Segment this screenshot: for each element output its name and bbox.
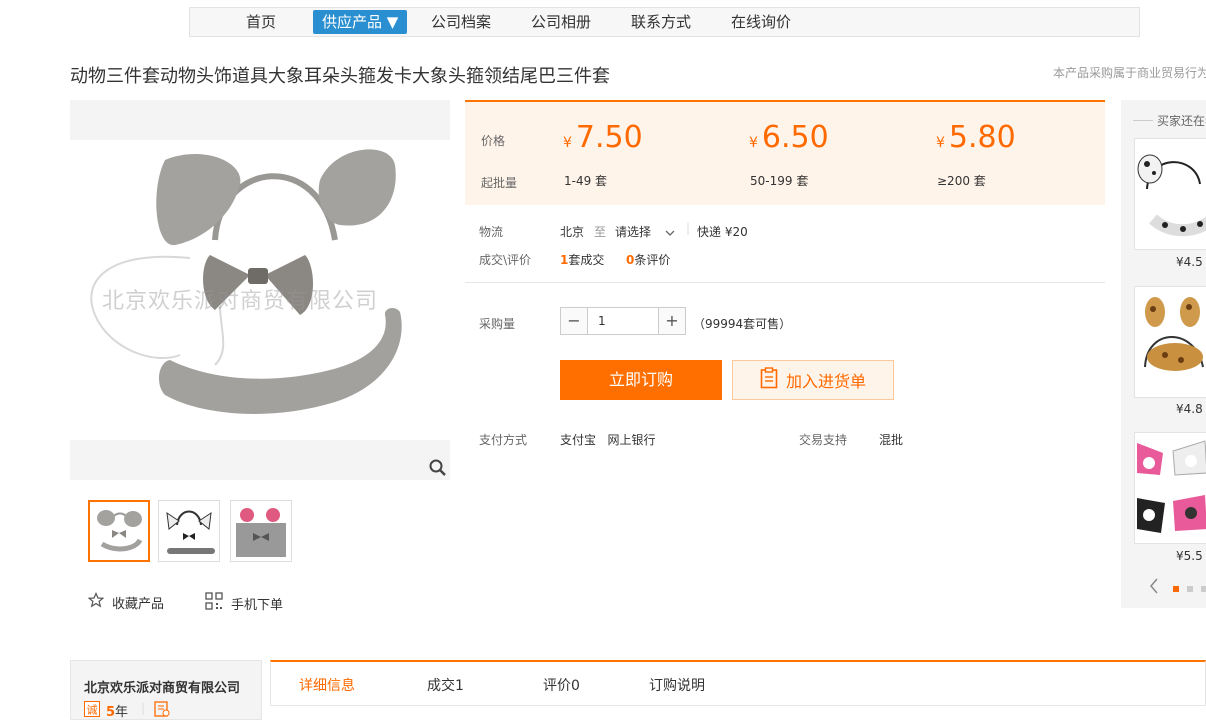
- quantity-stepper: − 1 +: [560, 307, 686, 335]
- range-tier-1: 1-49 套: [564, 174, 608, 188]
- price-panel: 价格 起批量 ¥7.50 ¥6.50 ¥5.80 1-49 套 50-199 套…: [465, 100, 1105, 205]
- certificate-icon: [154, 701, 170, 720]
- integrity-badge-icon: 诚: [84, 701, 100, 720]
- payment-label: 支付方式: [479, 433, 528, 447]
- express-fee: 快递 ¥20: [697, 225, 748, 239]
- related-item-2-price: ¥4.8: [1176, 402, 1203, 416]
- mobile-order-label: 手机下单: [231, 597, 284, 613]
- image-watermark: 北京欢乐派对商贸有限公司: [102, 289, 379, 314]
- top-nav: 首页 供应产品 ▼ 公司档案 公司相册 联系方式 在线询价: [189, 7, 1140, 37]
- thumbnail-3[interactable]: [230, 500, 292, 562]
- favorite-label: 收藏产品: [112, 596, 165, 612]
- payment-methods: 支付宝 网上银行: [560, 433, 656, 447]
- price-tier-3: ¥5.80: [936, 120, 1016, 155]
- quantity-input[interactable]: 1: [588, 308, 658, 334]
- section-divider: [465, 282, 1105, 283]
- related-item-2[interactable]: [1134, 286, 1206, 398]
- related-item-3[interactable]: [1134, 432, 1206, 544]
- nav-contact[interactable]: 联系方式: [631, 8, 691, 36]
- related-item-1-price: ¥4.5: [1176, 255, 1203, 269]
- star-icon: [87, 592, 105, 612]
- qr-code-icon: [205, 592, 223, 614]
- tab-transactions[interactable]: 成交1: [427, 675, 464, 695]
- increase-button[interactable]: +: [658, 308, 685, 334]
- trade-support-label: 交易支持: [799, 433, 848, 447]
- sidebar-title: 买家还在看: [1157, 114, 1206, 128]
- moq-label: 起批量: [481, 176, 518, 190]
- product-title: 动物三件套动物头饰道具大象耳朵头箍发卡大象头箍领结尾巴三件套: [70, 66, 610, 87]
- nav-home[interactable]: 首页: [246, 8, 276, 36]
- trade-notice: 本产品采购属于商业贸易行为: [1053, 66, 1206, 80]
- related-item-3-price: ¥5.5: [1176, 549, 1203, 563]
- company-card: 北京欢乐派对商贸有限公司 诚 5年 |: [70, 660, 262, 720]
- tab-reviews[interactable]: 评价0: [543, 675, 580, 695]
- main-image-gallery[interactable]: 北京欢乐派对商贸有限公司: [70, 100, 450, 480]
- logistics-separator: |: [686, 221, 691, 235]
- price-tier-2: ¥6.50: [749, 120, 829, 155]
- ship-to-word: 至: [594, 225, 607, 239]
- chevron-left-icon[interactable]: [1149, 578, 1159, 598]
- thumbnail-2[interactable]: [158, 500, 220, 562]
- zoom-icon[interactable]: [428, 458, 448, 478]
- thumbnail-1[interactable]: [88, 500, 150, 562]
- nav-inquiry[interactable]: 在线询价: [731, 8, 791, 36]
- quantity-label: 采购量: [479, 317, 516, 331]
- nav-company-profile[interactable]: 公司档案: [431, 8, 491, 36]
- carousel-dot-2[interactable]: [1187, 586, 1193, 592]
- svg-text:诚: 诚: [87, 704, 98, 717]
- detail-tabs: 详细信息 成交1 评价0 订购说明: [270, 660, 1206, 706]
- nav-company-album[interactable]: 公司相册: [531, 8, 591, 36]
- review-count[interactable]: 0条评价: [626, 251, 670, 268]
- clipboard-icon: [760, 367, 778, 393]
- favorite-product[interactable]: 收藏产品: [87, 592, 165, 612]
- add-to-cart-button[interactable]: 加入进货单: [732, 360, 894, 400]
- tab-details[interactable]: 详细信息: [299, 675, 355, 695]
- available-stock: （99994套可售）: [693, 317, 792, 331]
- nav-products[interactable]: 供应产品 ▼: [313, 10, 408, 34]
- company-separator: |: [141, 701, 146, 715]
- carousel-dot-3[interactable]: [1201, 586, 1206, 592]
- deal-count[interactable]: 1套成交: [560, 251, 604, 268]
- decrease-button[interactable]: −: [561, 308, 588, 334]
- range-tier-3: ≥200 套: [937, 174, 986, 188]
- mobile-order[interactable]: 手机下单: [205, 592, 283, 614]
- company-years: 5年: [106, 705, 129, 720]
- range-tier-2: 50-199 套: [750, 174, 809, 188]
- deals-label: 成交\评价: [479, 253, 532, 267]
- related-item-1[interactable]: [1134, 138, 1206, 250]
- trade-support-value: 混批: [879, 433, 904, 447]
- price-tier-1: ¥7.50: [563, 120, 643, 155]
- carousel-dot-1[interactable]: [1173, 586, 1179, 592]
- destination-select[interactable]: 请选择: [615, 223, 675, 240]
- chevron-down-icon: [665, 226, 675, 240]
- related-sidebar: 买家还在看 ¥4.5 ¥4.8: [1121, 100, 1206, 608]
- sidebar-title-rule: [1133, 120, 1153, 121]
- price-label: 价格: [481, 134, 506, 148]
- ship-from: 北京: [560, 225, 585, 239]
- company-name[interactable]: 北京欢乐派对商贸有限公司: [84, 677, 240, 696]
- product-page: 首页 供应产品 ▼ 公司档案 公司相册 联系方式 在线询价 动物三件套动物头饰道…: [0, 0, 1206, 720]
- tab-order-notes[interactable]: 订购说明: [649, 675, 705, 695]
- logistics-label: 物流: [479, 225, 504, 239]
- add-to-cart-label: 加入进货单: [785, 372, 866, 391]
- buy-now-button[interactable]: 立即订购: [560, 360, 722, 400]
